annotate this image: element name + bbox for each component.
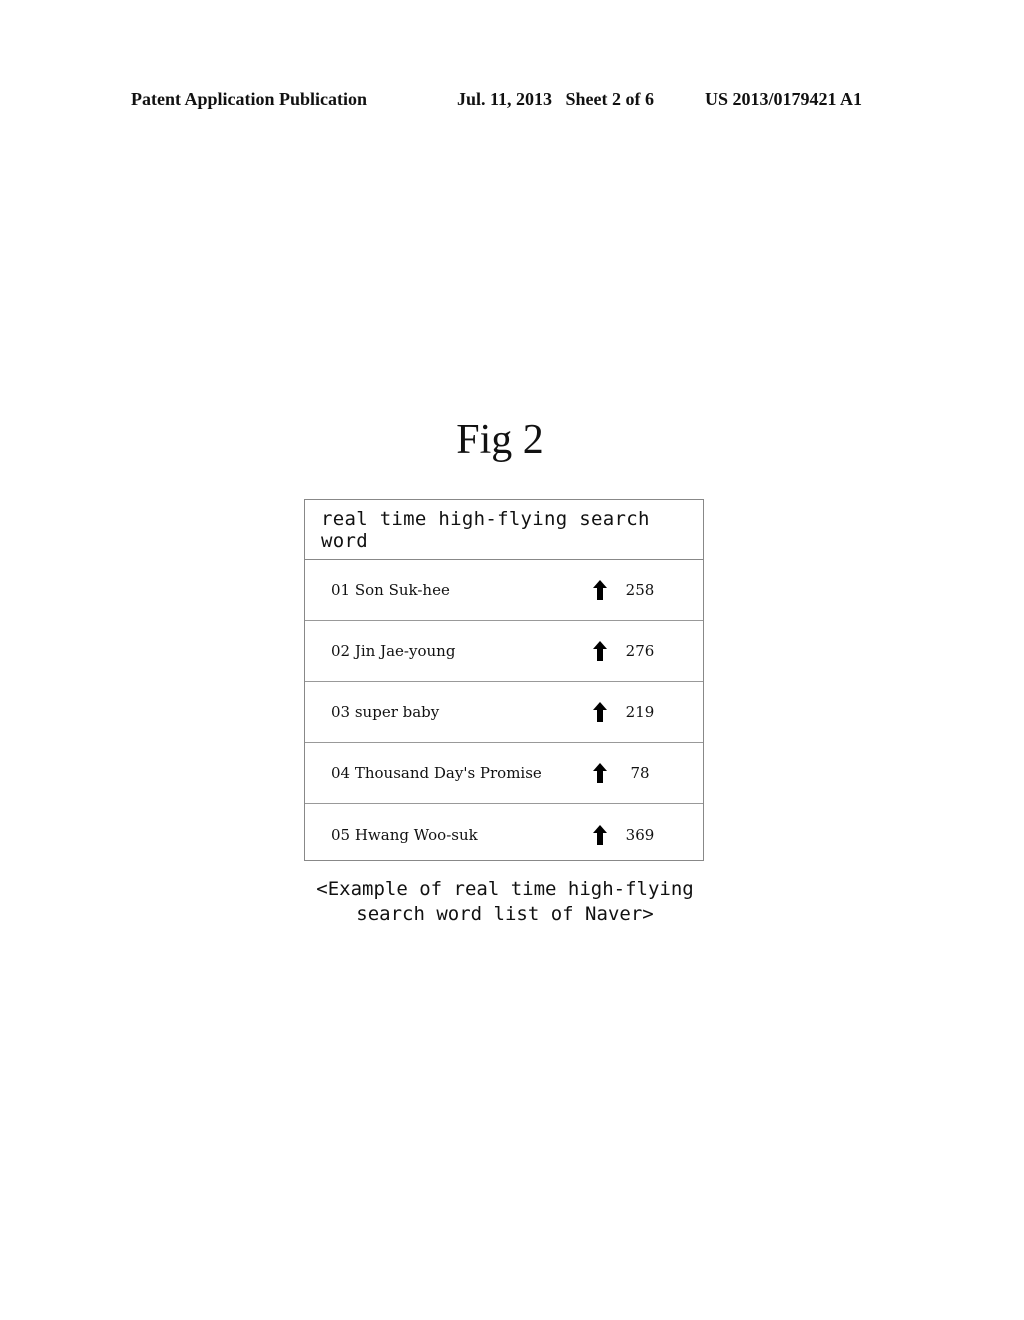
up-arrow-icon xyxy=(593,824,607,845)
publication-date-sheet: Jul. 11, 2013 Sheet 2 of 6 xyxy=(457,89,655,109)
search-word-table: real time high-flying search word 01 Son… xyxy=(304,499,704,861)
search-count: 258 xyxy=(625,581,655,599)
search-count: 78 xyxy=(630,764,650,782)
search-count: 369 xyxy=(625,825,655,844)
figure-title-text: Fig 2 xyxy=(456,417,544,463)
up-arrow-icon xyxy=(593,580,607,600)
publication-type: Patent Application Publication xyxy=(131,89,368,109)
search-term: 02 Jin Jae-young xyxy=(331,642,456,660)
table-row: 01 Son Suk-hee 258 xyxy=(305,560,703,621)
figure-caption: <Example of real time high-flying search… xyxy=(280,877,730,927)
search-count: 276 xyxy=(625,642,655,660)
up-arrow-icon xyxy=(593,763,607,783)
caption-line-2: search word list of Naver> xyxy=(356,903,654,925)
table-row: 03 super baby 219 xyxy=(305,682,703,743)
search-count: 219 xyxy=(625,703,655,721)
table-heading: real time high-flying search word xyxy=(305,500,703,560)
publication-number: US 2013/0179421 A1 xyxy=(705,89,863,109)
figure-title: Fig 2 xyxy=(0,416,1000,464)
table-row: 05 Hwang Woo-suk 369 xyxy=(305,804,703,865)
table-row: 04 Thousand Day's Promise 78 xyxy=(305,743,703,804)
up-arrow-icon xyxy=(593,702,607,722)
caption-line-1: <Example of real time high-flying xyxy=(316,878,694,900)
search-term: 04 Thousand Day's Promise xyxy=(331,764,542,782)
search-term: 05 Hwang Woo-suk xyxy=(331,825,478,844)
up-arrow-icon xyxy=(593,641,607,661)
search-term: 03 super baby xyxy=(331,703,440,721)
search-term: 01 Son Suk-hee xyxy=(331,581,450,599)
table-row: 02 Jin Jae-young 276 xyxy=(305,621,703,682)
